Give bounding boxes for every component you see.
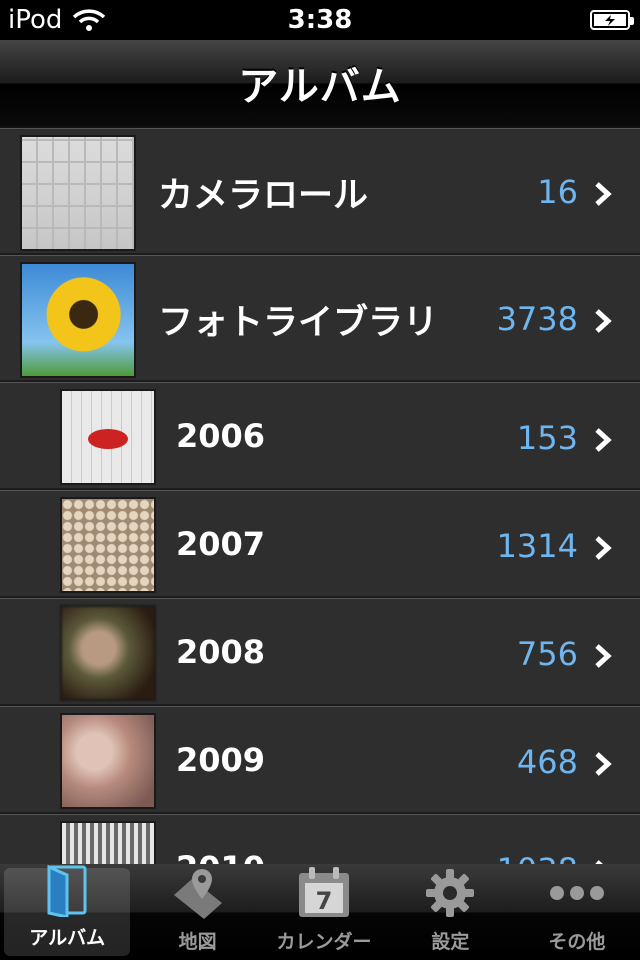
- tab-bar: アルバム 地図 7 カレンダー 設定 その他: [0, 864, 640, 960]
- chevron-right-icon: [595, 428, 612, 452]
- chevron-right-icon: [595, 752, 612, 776]
- album-row-year[interactable]: 2009 468: [0, 706, 640, 814]
- album-row-camera-roll[interactable]: カメラロール 16: [0, 128, 640, 255]
- album-row-year[interactable]: 2008 756: [0, 598, 640, 706]
- album-count: 16: [537, 173, 578, 211]
- album-icon: [37, 863, 97, 917]
- album-count: 756: [516, 635, 578, 673]
- page-title: アルバム: [238, 64, 402, 110]
- battery-icon: [590, 10, 634, 30]
- chevron-right-icon: [595, 536, 612, 560]
- tab-label: その他: [548, 931, 606, 953]
- map-icon: [168, 864, 228, 921]
- status-bar: iPod 3:38: [0, 0, 640, 40]
- tab-label: カレンダー: [276, 931, 372, 953]
- wifi-icon: [73, 9, 106, 31]
- tab-more[interactable]: その他: [514, 864, 640, 960]
- album-thumbnail: [20, 135, 136, 251]
- tab-calendar[interactable]: 7 カレンダー: [261, 864, 387, 960]
- tab-label: 地図: [178, 931, 217, 953]
- gear-icon: [420, 864, 480, 921]
- tab-label: アルバム: [29, 927, 106, 949]
- calendar-icon: 7: [294, 864, 354, 921]
- album-count: 153: [516, 419, 578, 457]
- album-label: 2008: [176, 633, 266, 671]
- album-count: 1038: [497, 851, 578, 864]
- calendar-day: 7: [316, 887, 333, 915]
- album-count: 1314: [496, 527, 578, 565]
- tab-album[interactable]: アルバム: [4, 864, 131, 956]
- album-label: カメラロール: [158, 176, 369, 216]
- album-row-photo-library[interactable]: フォトライブラリ 3738: [0, 255, 640, 382]
- album-label: フォトライブラリ: [158, 303, 439, 343]
- album-thumbnail: [60, 605, 156, 701]
- tab-map[interactable]: 地図: [134, 864, 260, 960]
- album-list[interactable]: カメラロール 16 フォトライブラリ 3738 2006 153 2007 13…: [0, 128, 640, 864]
- more-icon: [547, 864, 607, 921]
- tab-label: 設定: [431, 931, 470, 953]
- tab-settings[interactable]: 設定: [387, 864, 513, 960]
- album-row-year[interactable]: 2006 153: [0, 382, 640, 490]
- album-row-year[interactable]: 2007 1314: [0, 490, 640, 598]
- album-thumbnail: [60, 497, 156, 593]
- album-label: 2010: [176, 849, 265, 864]
- album-row-year[interactable]: 2010 1038: [0, 814, 640, 864]
- album-thumbnail: [60, 713, 156, 809]
- album-label: 2006: [176, 417, 266, 455]
- album-count: 468: [516, 743, 578, 781]
- status-left: iPod: [0, 5, 106, 35]
- navigation-bar: アルバム: [0, 40, 640, 128]
- album-label: 2007: [176, 525, 266, 563]
- album-label: 2009: [176, 741, 266, 779]
- chevron-right-icon: [595, 309, 612, 333]
- chevron-right-icon: [595, 644, 612, 668]
- album-count: 3738: [496, 300, 578, 338]
- chevron-right-icon: [595, 182, 612, 206]
- album-thumbnail: [20, 262, 136, 378]
- carrier-label: iPod: [8, 5, 63, 35]
- album-thumbnail: [60, 389, 156, 485]
- album-thumbnail: [60, 821, 156, 864]
